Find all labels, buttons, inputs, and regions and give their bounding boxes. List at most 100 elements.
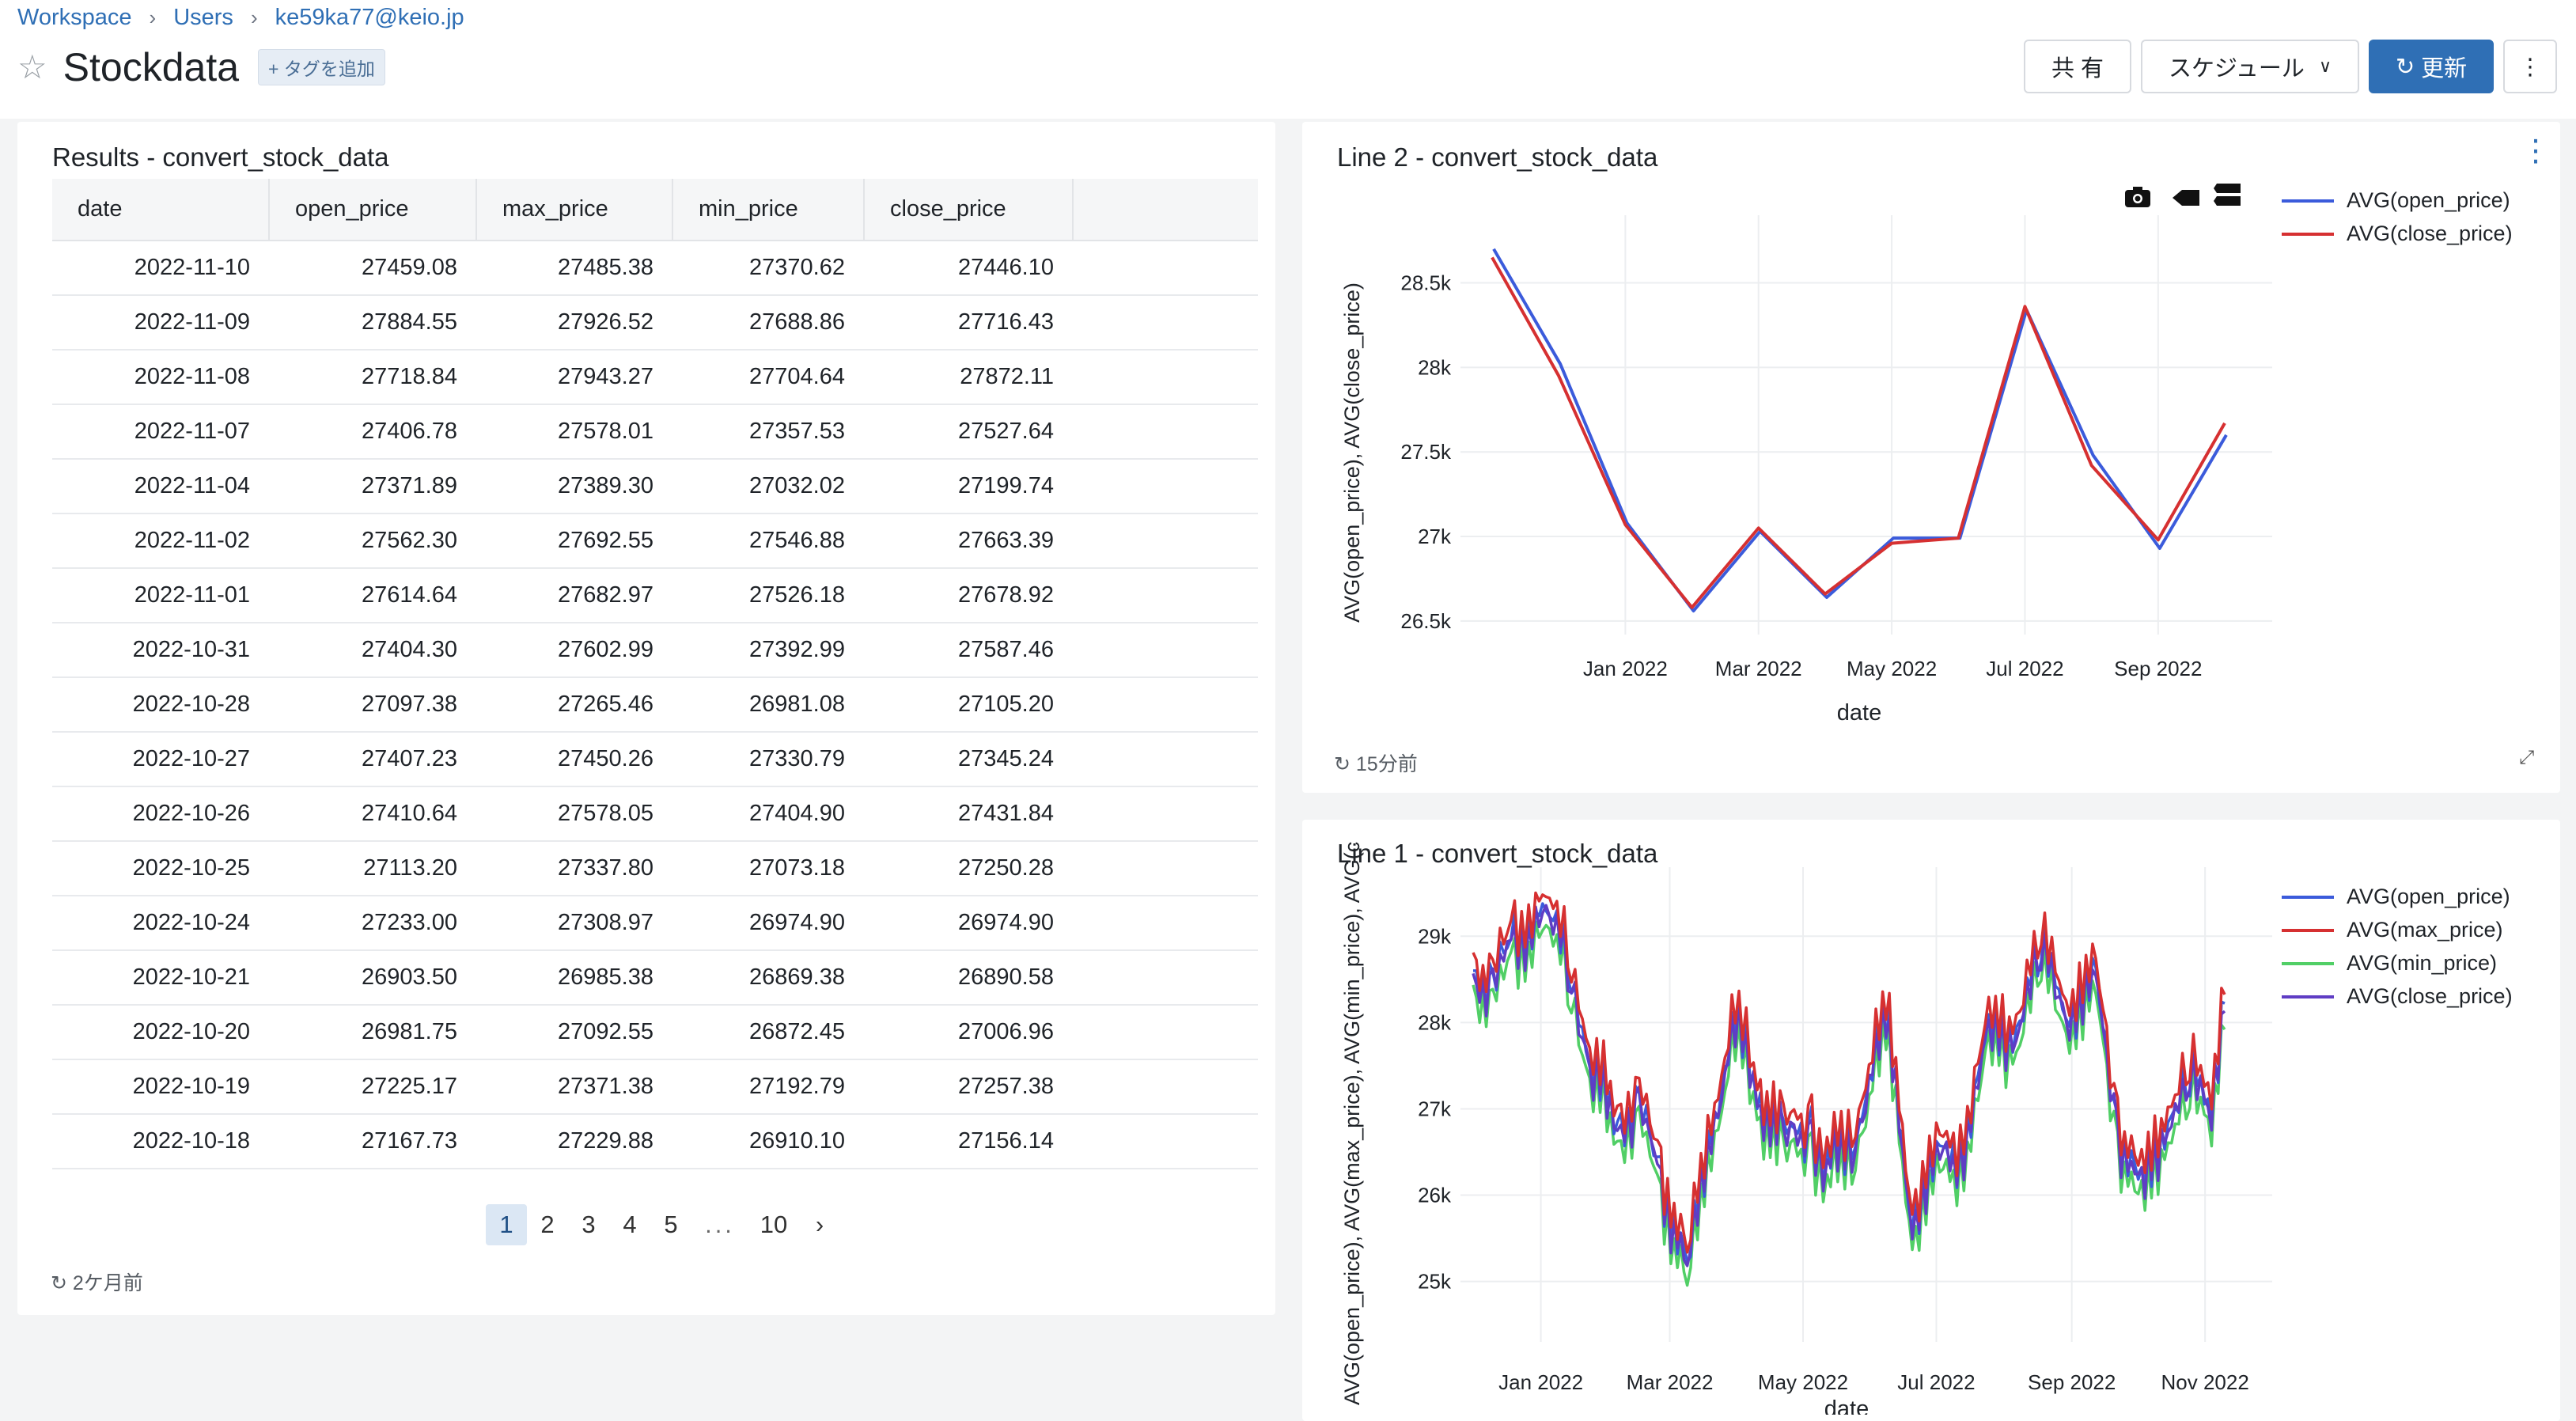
cell-open-price: 27113.20 [269,841,476,896]
line1-legend-min[interactable]: AVG(min_price) [2282,951,2497,976]
more-options-button[interactable]: ⋮ [2503,40,2557,93]
column-header-max-price[interactable]: max_price [476,179,673,241]
table-header-row: date open_price max_price min_price clos… [52,179,1258,241]
cell-close-price: 27678.92 [864,568,1073,623]
cell-max-price: 27450.26 [476,732,672,787]
cell-min-price: 27688.86 [672,295,864,351]
cell-min-price: 27546.88 [672,513,864,569]
x-tick-label: May 2022 [1847,657,1937,680]
cell-min-price: 27526.18 [672,568,864,623]
cell-close-price: 27156.14 [864,1114,1073,1169]
column-header-date[interactable]: date [52,179,270,241]
cell-min-price: 26872.45 [672,1005,864,1060]
line2-legend-open[interactable]: AVG(open_price) [2282,188,2510,213]
legend-label: AVG(close_price) [2347,984,2513,1008]
add-tag-button[interactable]: + タグを追加 [258,49,385,85]
legend-swatch [2282,232,2334,236]
refresh-small-icon: ↻ [1334,753,1351,775]
next-page-icon[interactable]: › [799,1204,840,1245]
cell-close-price: 27446.10 [864,241,1073,296]
results-updated-text: 2ケ月前 [72,1272,143,1294]
page-5[interactable]: 5 [650,1204,691,1245]
y-tick-label: 28k [1418,1010,1452,1034]
cell-max-price: 27229.88 [476,1114,672,1169]
camera-icon[interactable] [2125,187,2150,207]
expand-icon[interactable]: ⤢ [2519,747,2534,769]
cell-spacer [1073,786,1258,842]
cell-date: 2022-11-04 [52,459,269,514]
cell-open-price: 27884.55 [269,295,476,351]
cell-close-price: 26974.90 [864,896,1073,951]
chevron-right-icon: › [250,6,258,29]
page-3[interactable]: 3 [568,1204,609,1245]
column-header-open-price[interactable]: open_price [269,179,477,241]
table-row: 2022-10-28 27097.38 27265.46 26981.08 27105.… [52,677,1258,733]
cell-open-price: 26981.75 [269,1005,476,1060]
y-tick-label: 25k [1418,1270,1452,1294]
line1-legend-open[interactable]: AVG(open_price) [2282,885,2510,909]
page-2[interactable]: 2 [527,1204,568,1245]
cell-date: 2022-11-10 [52,241,269,296]
cell-max-price: 27265.46 [476,677,672,733]
closest-hover-icon[interactable] [2214,184,2241,206]
column-header-min-price[interactable]: min_price [672,179,865,241]
column-header-spacer [1073,179,1258,241]
cell-date: 2022-11-08 [52,350,269,405]
schedule-button[interactable]: スケジュール ∨ [2141,40,2359,93]
pagination: 1 2 3 4 5 ... 10 › [486,1204,840,1245]
cell-min-price: 27704.64 [672,350,864,405]
cell-min-price: 27370.62 [672,241,864,296]
column-header-close-price[interactable]: close_price [864,179,1074,241]
refresh-icon: ↻ [2395,54,2415,80]
breadcrumb-workspace[interactable]: Workspace [17,5,132,31]
cell-close-price: 27006.96 [864,1005,1073,1060]
table-row: 2022-10-18 27167.73 27229.88 26910.10 27156.… [52,1114,1258,1169]
cell-date: 2022-10-20 [52,1005,269,1060]
cell-open-price: 27459.08 [269,241,476,296]
line1-x-axis-label: date [1824,1396,1869,1415]
cell-max-price: 27485.38 [476,241,672,296]
cell-close-price: 27527.64 [864,404,1073,460]
cell-max-price: 27578.05 [476,786,672,842]
line2-y-axis-label: AVG(open_price), AVG(close_price) [1340,282,1364,623]
cell-spacer [1073,677,1258,733]
cell-open-price: 27410.64 [269,786,476,842]
cell-max-price: 27389.30 [476,459,672,514]
table-row: 2022-10-24 27233.00 27308.97 26974.90 26974.… [52,896,1258,951]
cell-date: 2022-10-25 [52,841,269,896]
refresh-button[interactable]: ↻ 更新 [2369,40,2494,93]
table-body: 2022-11-10 27459.08 27485.38 27370.62 27446.… [52,241,1258,1169]
page-1[interactable]: 1 [486,1204,527,1245]
table-row: 2022-11-10 27459.08 27485.38 27370.62 27446.… [52,241,1258,296]
table-row: 2022-11-01 27614.64 27682.97 27526.18 27678.… [52,568,1258,623]
cell-max-price: 27602.99 [476,623,672,678]
line2-x-axis-label: date [1837,700,1881,726]
star-icon[interactable]: ☆ [17,51,47,84]
cell-close-price: 27105.20 [864,677,1073,733]
cell-min-price: 27032.02 [672,459,864,514]
kebab-icon: ⋮ [2518,54,2542,80]
compare-hover-icon[interactable] [2173,190,2199,206]
cell-min-price: 27192.79 [672,1059,864,1115]
breadcrumb-user[interactable]: ke59ka77@keio.jp [275,5,464,31]
line1-legend-close[interactable]: AVG(close_price) [2282,984,2513,1009]
top-bar: Workspace › Users › ke59ka77@keio.jp ☆ S… [0,0,2576,119]
page-10[interactable]: 10 [748,1204,799,1245]
legend-swatch [2282,928,2334,932]
line2-legend-close[interactable]: AVG(close_price) [2282,222,2513,246]
table-row: 2022-11-07 27406.78 27578.01 27357.53 27527.… [52,404,1258,460]
breadcrumb-users[interactable]: Users [173,5,233,31]
cell-open-price: 27614.64 [269,568,476,623]
cell-spacer [1073,350,1258,405]
results-updated: ↻ 2ケ月前 [51,1268,143,1296]
cell-spacer [1073,950,1258,1006]
cell-open-price: 27562.30 [269,513,476,569]
cell-spacer [1073,241,1258,296]
x-tick-label: Sep 2022 [2028,1370,2116,1394]
share-button[interactable]: 共 有 [2024,40,2131,93]
page-4[interactable]: 4 [609,1204,650,1245]
y-tick-label: 27.5k [1400,440,1452,464]
cell-open-price: 27167.73 [269,1114,476,1169]
x-tick-label: Jan 2022 [1498,1370,1583,1394]
line1-legend-max[interactable]: AVG(max_price) [2282,918,2503,942]
